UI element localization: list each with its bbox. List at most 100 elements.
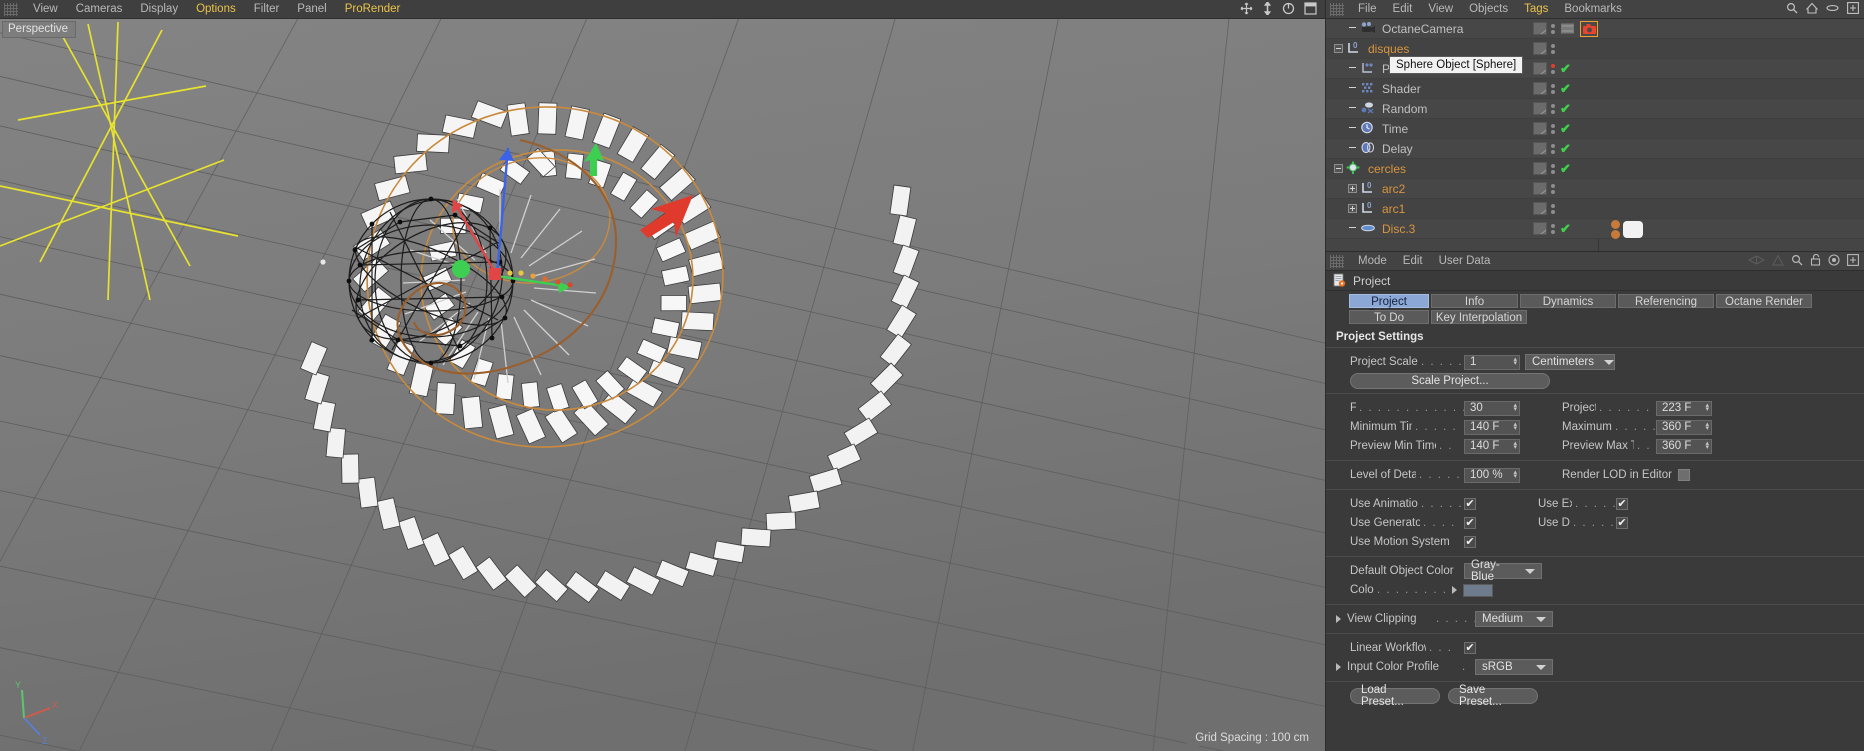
row-project-scale[interactable]: Project Scale . . . . . . 1 ▴▾ Centimete… [1326,353,1864,371]
use-deformers-checkbox[interactable]: ✔ [1616,517,1628,529]
attrman-menu-userdata[interactable]: User Data [1431,252,1499,271]
tag-column[interactable]: ✔ [1533,139,1571,158]
row-use-motion-system[interactable]: Use Motion System ✔ [1326,533,1864,551]
visibility-dots[interactable] [1551,23,1556,34]
visibility-dots[interactable] [1551,203,1556,214]
material-tag-icons[interactable] [1611,220,1643,239]
attrman-menu-mode[interactable]: Mode [1350,252,1395,271]
row-min-max-time[interactable]: Minimum Time . . . . . 140 F ▴▾ Maximum … [1326,418,1864,436]
object-row-random[interactable]: Random ✔ [1326,99,1864,119]
spinner-icon[interactable]: ▴ ▾ [1705,440,1709,451]
object-label[interactable]: Time [1382,122,1408,136]
project-scale-field[interactable]: 1 ▴ ▾ [1464,354,1520,370]
row-input-color-profile[interactable]: Input Color Profile . sRGB [1326,658,1864,676]
maximum-time-value[interactable]: 360 F [1662,421,1691,433]
object-manager-grip-icon[interactable] [1330,2,1344,16]
frame-icon[interactable] [1847,2,1859,14]
row-scale-project[interactable]: Scale Project... [1326,372,1864,390]
tab-dynamics[interactable]: Dynamics [1520,294,1616,308]
tag-column[interactable] [1533,19,1598,38]
minimum-time-value[interactable]: 140 F [1470,421,1499,433]
object-row-disc3[interactable]: Disc.3 ✔ [1326,219,1864,239]
object-label[interactable]: Random [1382,102,1427,116]
ellipse-icon[interactable] [1826,3,1839,13]
layer-tag-icon[interactable] [1533,82,1547,95]
layer-tag-icon[interactable] [1533,202,1547,215]
objman-menu-file[interactable]: File [1350,0,1385,19]
visibility-dots[interactable] [1551,143,1556,154]
enabled-check-icon[interactable]: ✔ [1560,62,1571,75]
tag-column[interactable] [1533,39,1556,58]
tab-info[interactable]: Info [1431,294,1518,308]
spinner-icon[interactable]: ▴ ▾ [1513,469,1517,480]
viewport-menu-view[interactable]: View [24,0,67,19]
row-color[interactable]: Color . . . . . . . . . . [1326,581,1864,599]
preview-min-value[interactable]: 140 F [1470,440,1499,452]
row-view-clipping[interactable]: View Clipping . . . . . Medium [1326,610,1864,628]
object-label[interactable]: disques [1368,42,1409,56]
project-units-combo[interactable]: Centimeters [1525,354,1615,370]
attribute-manager-grip-icon[interactable] [1330,254,1344,268]
row-use-animation-expression[interactable]: Use Animation . . . . . ✔ Use Expression… [1326,495,1864,513]
object-label[interactable]: cercles [1368,162,1406,176]
expand-view-clipping-arrow-icon[interactable] [1336,615,1341,623]
row-preview-times[interactable]: Preview Min Time . . 140 F ▴ ▾ Preview Ma… [1326,437,1864,455]
object-label[interactable]: Shader [1382,82,1421,96]
fps-field[interactable]: 30 ▴ ▾ [1464,400,1520,416]
viewport-menu-filter[interactable]: Filter [245,0,289,19]
zoom-view-icon[interactable] [1262,2,1273,15]
use-generators-checkbox[interactable]: ✔ [1464,517,1476,529]
scale-project-button[interactable]: Scale Project... [1350,373,1550,389]
load-preset-button[interactable]: Load Preset... [1350,684,1440,708]
visibility-dots[interactable] [1551,103,1556,114]
row-presets[interactable]: Load Preset... Save Preset... [1326,684,1864,708]
use-animation-checkbox[interactable]: ✔ [1464,498,1476,510]
enabled-check-icon[interactable]: ✔ [1560,142,1571,155]
project-scale-value[interactable]: 1 [1470,356,1476,368]
visibility-dots[interactable] [1551,63,1556,74]
lod-value[interactable]: 100 % [1470,469,1503,481]
chevron-down-icon[interactable] [1525,568,1535,574]
viewport-menu-options[interactable]: Options [187,0,245,19]
viewport-menu-panel[interactable]: Panel [288,0,335,19]
layer-tag-icon[interactable] [1533,102,1547,115]
panel-grip-icon[interactable] [4,2,18,16]
preview-max-field[interactable]: 360 F ▴ ▾ [1656,438,1712,454]
object-label[interactable]: OctaneCamera [1382,22,1463,36]
spinner-icon[interactable]: ▴ ▾ [1513,440,1517,451]
lod-field[interactable]: 100 % ▴ ▾ [1464,467,1520,483]
maximum-time-field[interactable]: 360 F ▴ ▾ [1656,419,1712,435]
object-label[interactable]: Disc.3 [1382,222,1415,236]
octane-camera-tag[interactable] [1580,20,1598,37]
input-color-profile-value[interactable]: sRGB [1482,661,1513,673]
preview-min-field[interactable]: 140 F ▴ ▾ [1464,438,1520,454]
layer-tag-icon[interactable] [1533,162,1547,175]
pan-view-icon[interactable] [1240,2,1253,15]
spinner-icon[interactable]: ▴ ▾ [1705,421,1709,432]
layer-tag-icon[interactable] [1533,222,1547,235]
home-icon[interactable] [1806,2,1818,14]
row-level-of-detail[interactable]: Level of Detail . . . . . . 100 % ▴▾ Ren… [1326,466,1864,484]
render-lod-checkbox[interactable] [1677,469,1690,481]
enabled-check-icon[interactable]: ✔ [1560,162,1571,175]
viewport[interactable]: X Y Z View Cameras Display Options Filte… [0,0,1325,751]
viewport-menu-prorender[interactable]: ProRender [336,0,410,19]
tab-project-settings[interactable]: Project Settings [1349,294,1429,320]
tag-column[interactable]: ✔ [1533,79,1571,98]
fps-value[interactable]: 30 [1470,402,1483,414]
layer-tag-icon[interactable] [1533,182,1547,195]
object-label[interactable]: arc1 [1382,202,1405,216]
tag-column[interactable]: ✔ [1533,159,1571,178]
expander-plus-icon[interactable] [1348,204,1357,213]
row-default-object-color[interactable]: Default Object Color Gray-Blue [1326,559,1864,583]
enabled-check-icon[interactable]: ✔ [1560,82,1571,95]
attribute-manager[interactable]: Project Project Settings Info Dynamics R… [1326,271,1864,710]
visibility-dots[interactable] [1551,183,1556,194]
chevron-down-icon[interactable] [1604,359,1614,365]
attrman-menu-edit[interactable]: Edit [1395,252,1431,271]
visibility-dots[interactable] [1551,83,1556,94]
object-row-cercles[interactable]: cercles ✔ [1326,159,1864,179]
objman-menu-view[interactable]: View [1420,0,1461,19]
expand-color-arrow-icon[interactable] [1452,586,1457,594]
tag-column[interactable] [1533,199,1556,218]
